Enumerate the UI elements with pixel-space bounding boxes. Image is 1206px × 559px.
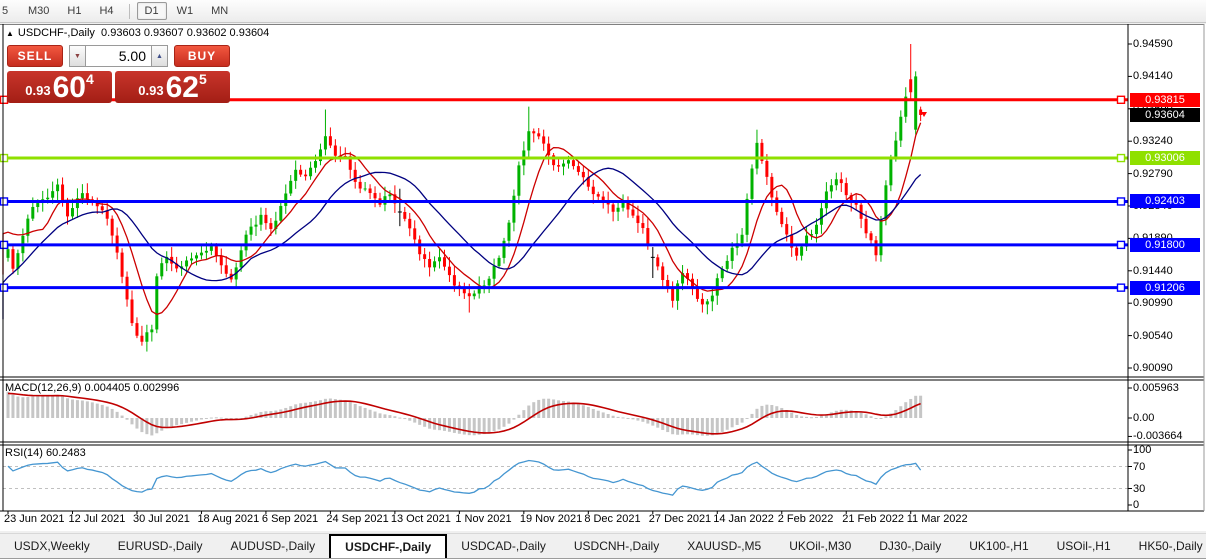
timeframe-button-h1[interactable]: H1: [59, 2, 89, 20]
chart-header: ▲ USDCHF-,Daily 0.93603 0.93607 0.93602 0…: [6, 27, 269, 39]
volume-decrease-button[interactable]: ▼: [69, 45, 86, 67]
level-price-label: 0.93006: [1130, 151, 1200, 165]
one-click-trading-panel: SELL ▼ 5.00 ▲ BUY 0.93 60 4 0.93 62 5: [7, 45, 230, 103]
toolbar-separator: [129, 4, 130, 19]
ohlc-low: 0.93602: [187, 27, 227, 39]
level-price-label: 0.91800: [1130, 238, 1200, 252]
rsi-tick-label: 70: [1133, 461, 1145, 473]
timeframe-button-w1[interactable]: W1: [169, 2, 202, 20]
chart-tab-usoil-h1[interactable]: USOil-,H1: [1043, 534, 1125, 558]
chart-symbol-label: USDCHF-,Daily: [18, 27, 95, 39]
triangle-up-icon: ▲: [156, 53, 163, 60]
chart-tab-usdx-weekly[interactable]: USDX,Weekly: [0, 534, 104, 558]
timeframe-button-m30[interactable]: M30: [20, 2, 57, 20]
date-label: 12 Jul 2021: [68, 513, 125, 525]
macd-label: MACD(12,26,9) 0.004405 0.002996: [5, 382, 179, 394]
timeframe-button-5[interactable]: 5: [0, 2, 18, 20]
chart-tab-uk100-h1[interactable]: UK100-,H1: [955, 534, 1042, 558]
collapse-icon[interactable]: ▲: [6, 29, 14, 38]
volume-increase-button[interactable]: ▲: [151, 45, 168, 67]
trading-terminal: 5M30H1H4D1W1MN ▲USDCHF-,Daily 0.93603 0.…: [0, 0, 1206, 559]
chart-tab-eurusd-daily[interactable]: EURUSD-,Daily: [104, 534, 217, 558]
date-label: 8 Dec 2021: [584, 513, 640, 525]
rsi-label: RSI(14) 60.2483: [5, 447, 86, 459]
buy-price-pipette: 5: [199, 71, 207, 87]
price-tick-label: 0.91440: [1133, 265, 1173, 277]
buy-button[interactable]: BUY: [174, 45, 230, 67]
chart-tab-audusd-daily[interactable]: AUDUSD-,Daily: [216, 534, 329, 558]
chart-tab-usdcad-daily[interactable]: USDCAD-,Daily: [447, 534, 560, 558]
date-label: 13 Oct 2021: [391, 513, 451, 525]
buy-price-pips: 62: [166, 75, 199, 101]
timeframe-button-mn[interactable]: MN: [203, 2, 236, 20]
sell-price-base: 0.93: [25, 83, 50, 98]
sell-price-display[interactable]: 0.93 60 4: [7, 71, 112, 103]
rsi-tick-label: 0: [1133, 499, 1139, 511]
ohlc-open: 0.93603: [101, 27, 141, 39]
date-label: 14 Jan 2022: [713, 513, 774, 525]
date-label: 11 Mar 2022: [907, 513, 968, 525]
chart-tab-dj30-daily[interactable]: DJ30-,Daily: [865, 534, 955, 558]
price-tick-label: 0.94590: [1133, 38, 1173, 50]
level-price-label: 0.92403: [1130, 194, 1200, 208]
sell-button[interactable]: SELL: [7, 45, 63, 67]
timeframe-toolbar: 5M30H1H4 D1W1MN: [0, 0, 1206, 23]
buy-price-base: 0.93: [138, 83, 163, 98]
price-tick-label: 0.94140: [1133, 70, 1173, 82]
sell-price-pipette: 4: [86, 71, 94, 87]
triangle-down-icon: ▼: [74, 53, 81, 60]
rsi-tick-label: 100: [1133, 444, 1151, 456]
current-price-label: 0.93604: [1130, 108, 1200, 122]
timeframe-button-h4[interactable]: H4: [91, 2, 121, 20]
macd-tick-label: -0.003664: [1133, 430, 1183, 442]
ohlc-close: 0.93604: [230, 27, 270, 39]
chart-tab-hk50-daily[interactable]: HK50-,Daily: [1125, 534, 1206, 558]
date-label: 19 Nov 2021: [520, 513, 582, 525]
date-label: 21 Feb 2022: [842, 513, 904, 525]
buy-price-display[interactable]: 0.93 62 5: [115, 71, 230, 103]
price-tick-label: 0.93240: [1133, 135, 1173, 147]
level-price-label: 0.91206: [1130, 281, 1200, 295]
macd-tick-label: 0.005963: [1133, 382, 1179, 394]
ohlc-high: 0.93607: [144, 27, 184, 39]
chart-window: ▲ USDCHF-,Daily 0.93603 0.93607 0.93602 0…: [0, 24, 1206, 531]
date-label: 18 Aug 2021: [197, 513, 259, 525]
volume-input[interactable]: 5.00: [86, 45, 151, 67]
chart-tab-xauusd-m5[interactable]: XAUUSD-,M5: [673, 534, 775, 558]
chart-tab-usdcnh-daily[interactable]: USDCNH-,Daily: [560, 534, 673, 558]
price-tick-label: 0.90090: [1133, 362, 1173, 374]
date-label: 23 Jun 2021: [4, 513, 65, 525]
date-label: 6 Sep 2021: [262, 513, 318, 525]
date-label: 24 Sep 2021: [326, 513, 388, 525]
date-label: 1 Nov 2021: [455, 513, 511, 525]
chart-tab-bar: USDX,WeeklyEURUSD-,DailyAUDUSD-,DailyUSD…: [0, 533, 1206, 559]
price-tick-label: 0.90540: [1133, 330, 1173, 342]
price-tick-label: 0.90990: [1133, 297, 1173, 309]
date-label: 2 Feb 2022: [778, 513, 834, 525]
rsi-tick-label: 30: [1133, 483, 1145, 495]
macd-tick-label: 0.00: [1133, 412, 1154, 424]
sell-price-pips: 60: [53, 75, 86, 101]
chart-tab-ukoil-m30[interactable]: UKOil-,M30: [775, 534, 865, 558]
level-price-label: 0.93815: [1130, 93, 1200, 107]
chart-tab-usdchf-daily[interactable]: USDCHF-,Daily: [329, 534, 447, 558]
date-label: 27 Dec 2021: [649, 513, 711, 525]
date-label: 30 Jul 2021: [133, 513, 190, 525]
price-tick-label: 0.92790: [1133, 168, 1173, 180]
timeframe-button-d1[interactable]: D1: [137, 2, 167, 20]
